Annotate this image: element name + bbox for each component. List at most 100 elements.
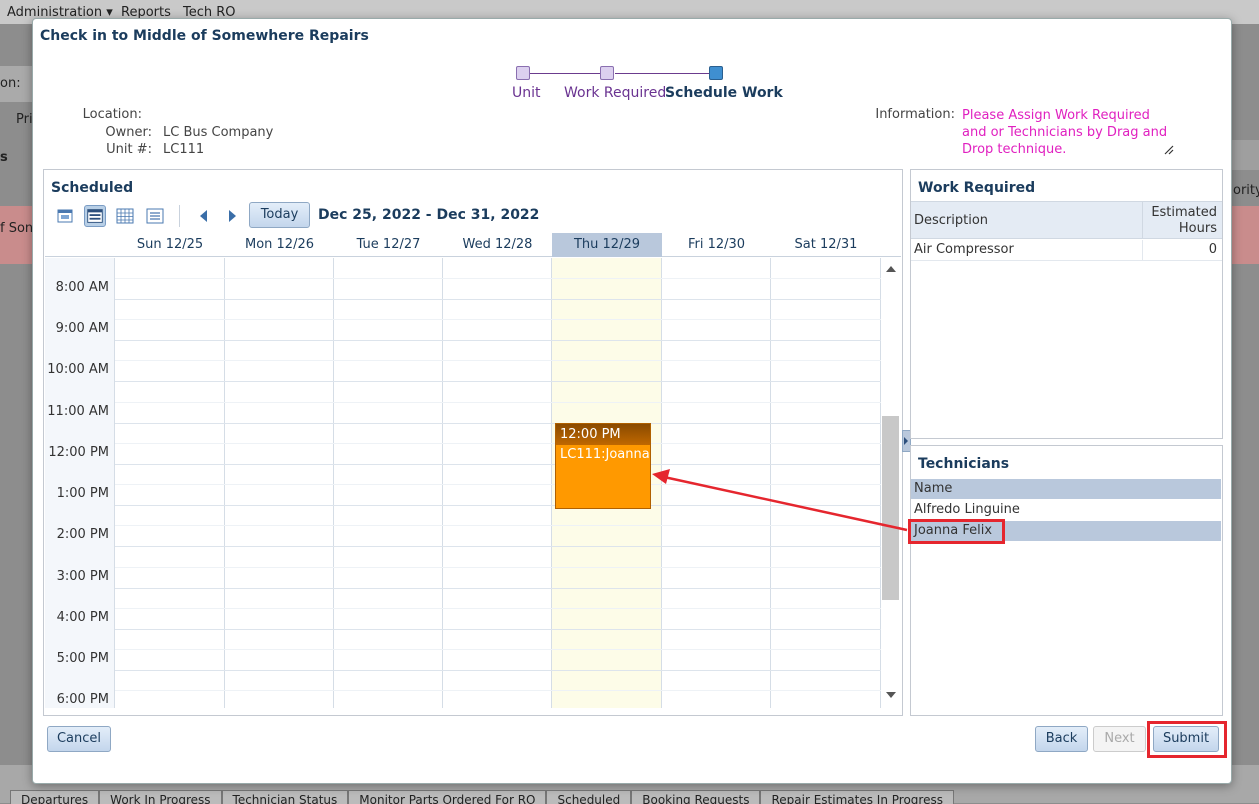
time-label: 3:00 PM [56, 569, 109, 584]
toolbar-divider [179, 205, 180, 227]
day-header-thu[interactable]: Thu 12/29 [552, 233, 662, 257]
bg-tab[interactable]: Technician Status [221, 790, 349, 804]
event-time: 12:00 PM [556, 424, 650, 445]
resize-grip-icon[interactable] [1164, 145, 1174, 155]
grid-line [115, 360, 881, 361]
bg-label: s [0, 150, 8, 165]
wizard-step-unit-label[interactable]: Unit [512, 85, 541, 101]
day-header-sat[interactable]: Sat 12/31 [771, 233, 881, 257]
day-column[interactable] [771, 258, 881, 708]
bg-label: Pri [16, 112, 33, 127]
calendar-grid[interactable]: 8:00 AM 9:00 AM 10:00 AM 11:00 AM 12:00 … [45, 258, 901, 708]
next-button[interactable]: Next [1093, 726, 1146, 752]
grid-line [115, 649, 881, 650]
grid-line [115, 629, 881, 630]
information-label: Information: [875, 107, 955, 122]
bg-bottom-tabs: Departures Work In Progress Technician S… [10, 790, 954, 804]
grid-line [115, 443, 881, 444]
bg-row [1232, 206, 1259, 264]
wizard-step-schedule-work-label[interactable]: Schedule Work [665, 85, 783, 101]
bg-tab[interactable]: Work In Progress [99, 790, 222, 804]
date-range: Dec 25, 2022 - Dec 31, 2022 [318, 207, 540, 223]
grid-line [115, 423, 881, 424]
scroll-down-icon[interactable] [886, 692, 896, 698]
time-label: 6:00 PM [56, 692, 109, 707]
time-label: 9:00 AM [55, 321, 109, 336]
expand-arrow-icon [904, 437, 908, 445]
location-label: Location: [82, 107, 142, 122]
wizard-step-schedule-work-marker[interactable] [709, 66, 723, 80]
day-column[interactable] [115, 258, 225, 708]
wizard-step-work-required-marker[interactable] [600, 66, 614, 80]
time-label: 12:00 PM [48, 445, 109, 460]
bg-header [1232, 140, 1259, 170]
bg-label: f Son [0, 221, 34, 236]
work-hours-cell: 0 [1208, 242, 1217, 257]
list-view-icon[interactable] [144, 205, 166, 227]
wizard-connector [615, 73, 711, 74]
scheduled-event[interactable]: 12:00 PM LC111:JoannaF [555, 423, 651, 509]
grid-line [115, 484, 881, 485]
time-label: 10:00 AM [47, 362, 109, 377]
technician-row[interactable]: Alfredo Linguine [911, 500, 1221, 520]
bg-tab[interactable]: Repair Estimates In Progress [760, 790, 954, 804]
wizard-step-unit-marker[interactable] [516, 66, 530, 80]
time-column: 8:00 AM 9:00 AM 10:00 AM 11:00 AM 12:00 … [45, 258, 115, 708]
grid-line [115, 381, 881, 382]
wizard-connector [530, 73, 606, 74]
work-required-row[interactable]: Air Compressor 0 [911, 240, 1222, 261]
day-header-wed[interactable]: Wed 12/28 [443, 233, 552, 257]
previous-week-icon[interactable] [197, 208, 209, 224]
day-header-fri[interactable]: Fri 12/30 [662, 233, 771, 257]
grid-line [115, 299, 881, 300]
bg-label: ority [1233, 183, 1259, 198]
time-label: 5:00 PM [56, 651, 109, 666]
week-view-icon[interactable] [84, 205, 106, 227]
today-button[interactable]: Today [249, 202, 310, 228]
month-view-icon[interactable] [114, 205, 136, 227]
unit-number-value: LC111 [163, 142, 205, 157]
day-header-sun[interactable]: Sun 12/25 [115, 233, 225, 257]
time-label: 2:00 PM [56, 527, 109, 542]
day-column[interactable] [662, 258, 771, 708]
time-label: 8:00 AM [55, 280, 109, 295]
grid-line [115, 464, 881, 465]
calendar-scrollbar-thumb[interactable] [882, 416, 899, 600]
technicians-column-name[interactable]: Name [911, 479, 1221, 499]
day-header-mon[interactable]: Mon 12/26 [225, 233, 334, 257]
day-view-icon[interactable] [54, 205, 76, 227]
bg-tab[interactable]: Monitor Parts Ordered For RO [348, 790, 547, 804]
check-in-dialog: Check in to Middle of Somewhere Repairs … [32, 18, 1232, 784]
owner-value: LC Bus Company [163, 125, 274, 140]
column-description[interactable]: Description [914, 213, 988, 228]
bg-tab[interactable]: Departures [10, 790, 100, 804]
work-description-cell: Air Compressor [914, 242, 1014, 257]
next-week-icon[interactable] [227, 208, 239, 224]
grid-line [115, 567, 881, 568]
bg-tab[interactable]: Scheduled [546, 790, 632, 804]
grid-line [115, 608, 881, 609]
grid-line [115, 278, 881, 279]
time-label: 11:00 AM [47, 404, 109, 419]
day-header-tue[interactable]: Tue 12/27 [334, 233, 443, 257]
column-divider [1142, 240, 1143, 261]
technicians-title: Technicians [918, 456, 1010, 472]
grid-line [115, 402, 881, 403]
wizard-step-work-required-label[interactable]: Work Required [564, 85, 666, 101]
column-estimated-hours[interactable]: Estimated Hours [1145, 205, 1217, 237]
annotation-highlight-submit [1147, 721, 1227, 758]
owner-label: Owner: [105, 125, 152, 140]
grid-line [115, 588, 881, 589]
dialog-title: Check in to Middle of Somewhere Repairs [40, 28, 369, 44]
day-column[interactable] [443, 258, 552, 708]
grid-line [115, 546, 881, 547]
grid-line [115, 340, 881, 341]
time-label: 1:00 PM [56, 486, 109, 501]
day-column[interactable] [334, 258, 443, 708]
scroll-up-icon[interactable] [886, 266, 896, 272]
bg-tab[interactable]: Booking Requests [631, 790, 761, 804]
grid-line [115, 319, 881, 320]
back-button[interactable]: Back [1035, 726, 1088, 752]
day-column[interactable] [225, 258, 334, 708]
cancel-button[interactable]: Cancel [47, 726, 111, 752]
